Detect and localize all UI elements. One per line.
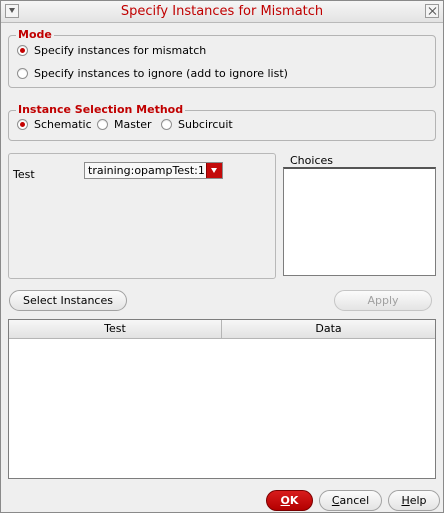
mode-option-label: Specify instances for mismatch [34, 44, 207, 57]
choices-list[interactable] [283, 167, 436, 276]
choices-label: Choices [290, 154, 333, 167]
selection-method-group-title: Instance Selection Method [16, 103, 186, 116]
cancel-mnemonic: C [331, 494, 340, 507]
help-mnemonic: H [401, 494, 410, 507]
column-header-data[interactable]: Data [221, 320, 435, 338]
column-header-test[interactable]: Test [9, 320, 221, 338]
help-label-rest: elp [409, 494, 427, 507]
radio-button[interactable] [17, 68, 28, 79]
cancel-button[interactable]: Cancel [319, 490, 382, 511]
help-button[interactable]: Help [388, 490, 440, 511]
close-icon[interactable] [425, 4, 439, 18]
method-option-label: Schematic [34, 118, 92, 131]
ok-label-rest: K [289, 494, 299, 507]
mode-option-label: Specify instances to ignore (add to igno… [34, 67, 288, 80]
table-header: Test Data [9, 320, 435, 339]
cancel-label-rest: ancel [339, 494, 370, 507]
mode-option-ignore[interactable]: Specify instances to ignore (add to igno… [17, 67, 288, 80]
dialog-window: Specify Instances for Mismatch Mode Spec… [0, 0, 444, 513]
radio-button[interactable] [161, 119, 172, 130]
method-option-label: Master [114, 118, 152, 131]
method-option-label: Subcircuit [178, 118, 233, 131]
radio-button[interactable] [17, 45, 28, 56]
radio-button[interactable] [97, 119, 108, 130]
test-panel: Test training:opampTest:1 [8, 153, 276, 279]
select-instances-button[interactable]: Select Instances [9, 290, 127, 311]
mode-group [8, 35, 436, 88]
method-option-schematic[interactable]: Schematic [17, 118, 92, 131]
radio-button[interactable] [17, 119, 28, 130]
method-option-master[interactable]: Master [97, 118, 152, 131]
instances-table[interactable]: Test Data [8, 319, 436, 479]
test-dropdown-value: training:opampTest:1 [88, 164, 205, 177]
window-title: Specify Instances for Mismatch [120, 4, 324, 19]
test-label: Test [13, 168, 35, 181]
title-bar: Specify Instances for Mismatch [1, 1, 443, 23]
ok-button[interactable]: OK [266, 490, 313, 511]
test-dropdown[interactable]: training:opampTest:1 [84, 162, 223, 179]
ok-mnemonic: O [280, 494, 290, 507]
chevron-down-icon[interactable] [206, 163, 222, 178]
method-option-subcircuit[interactable]: Subcircuit [161, 118, 233, 131]
mode-option-mismatch[interactable]: Specify instances for mismatch [17, 44, 206, 57]
apply-button[interactable]: Apply [334, 290, 432, 311]
mode-group-title: Mode [16, 28, 54, 41]
